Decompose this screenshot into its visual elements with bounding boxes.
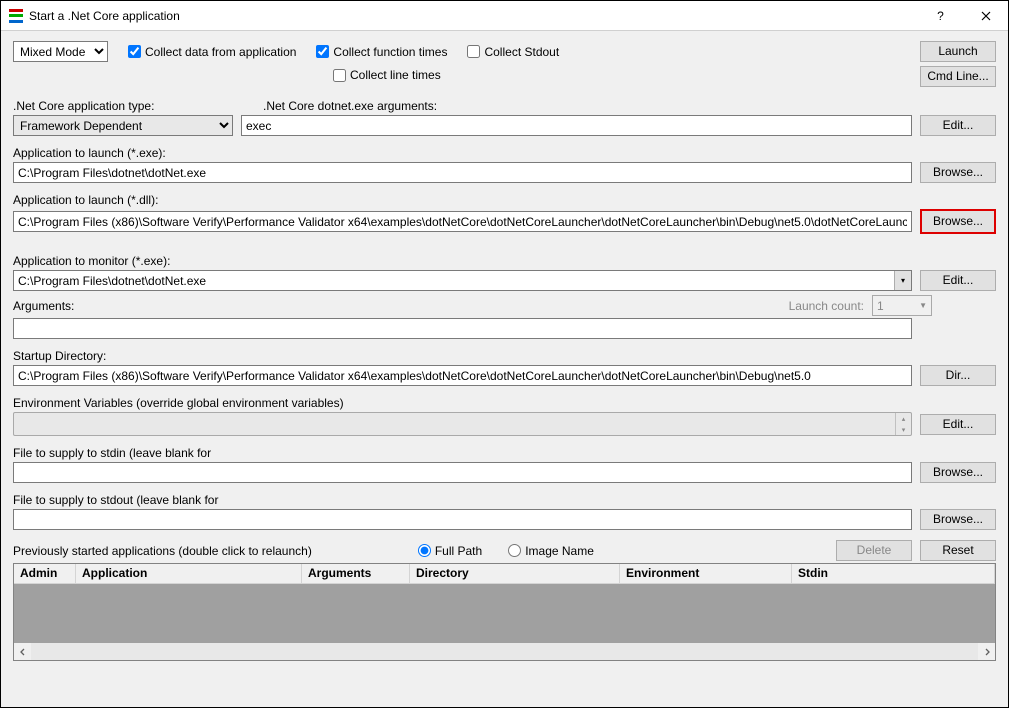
prev-started-table[interactable]: Admin Application Arguments Directory En… — [13, 563, 996, 661]
launch-count-label: Launch count: — [789, 299, 864, 313]
checkbox-collect-line[interactable]: Collect line times — [333, 68, 441, 82]
dir-button[interactable]: Dir... — [920, 365, 996, 386]
app-launch-dll-label: Application to launch (*.dll): — [13, 193, 996, 207]
checkbox-collect-line-input[interactable] — [333, 69, 346, 82]
col-directory[interactable]: Directory — [410, 564, 620, 583]
startup-dir-input[interactable] — [13, 365, 912, 386]
col-stdin[interactable]: Stdin — [792, 564, 995, 583]
window-title: Start a .Net Core application — [29, 9, 918, 23]
help-button[interactable]: ? — [918, 1, 963, 31]
arguments-input[interactable] — [13, 318, 912, 339]
dotnet-args-label: .Net Core dotnet.exe arguments: — [263, 99, 437, 113]
radio-full-path-input[interactable] — [418, 544, 431, 557]
radio-image-name[interactable]: Image Name — [508, 544, 594, 558]
stdin-label: File to supply to stdin (leave blank for — [13, 446, 996, 460]
edit-monitor-button[interactable]: Edit... — [920, 270, 996, 291]
scroll-right-icon[interactable] — [978, 643, 995, 660]
app-type-select[interactable]: Framework Dependent — [13, 115, 233, 136]
stdout-label: File to supply to stdout (leave blank fo… — [13, 493, 996, 507]
env-vars-label: Environment Variables (override global e… — [13, 396, 996, 410]
checkbox-collect-func[interactable]: Collect function times — [316, 45, 447, 59]
startup-dir-label: Startup Directory: — [13, 349, 996, 363]
close-button[interactable] — [963, 1, 1008, 31]
table-hscroll[interactable] — [14, 643, 995, 660]
checkbox-collect-stdout[interactable]: Collect Stdout — [467, 45, 559, 59]
dialog-content: Mixed Mode Collect data from application… — [1, 31, 1008, 707]
stdin-input[interactable] — [13, 462, 912, 483]
app-launch-dll-input[interactable] — [13, 211, 912, 232]
launch-count-select: 1 ▼ — [872, 295, 932, 316]
browse-dll-button[interactable]: Browse... — [920, 209, 996, 234]
table-body[interactable] — [14, 584, 995, 643]
app-launch-exe-label: Application to launch (*.exe): — [13, 146, 996, 160]
dialog-window: Start a .Net Core application ? Mixed Mo… — [0, 0, 1009, 708]
app-icon — [9, 9, 23, 23]
edit-env-button[interactable]: Edit... — [920, 414, 996, 435]
app-monitor-input[interactable] — [13, 270, 912, 291]
app-monitor-label: Application to monitor (*.exe): — [13, 254, 996, 268]
radio-image-name-input[interactable] — [508, 544, 521, 557]
mode-select[interactable]: Mixed Mode — [13, 41, 108, 62]
table-header: Admin Application Arguments Directory En… — [14, 564, 995, 584]
dotnet-args-input[interactable] — [241, 115, 912, 136]
browse-exe-button[interactable]: Browse... — [920, 162, 996, 183]
arguments-label: Arguments: — [13, 299, 74, 313]
checkbox-collect-data[interactable]: Collect data from application — [128, 45, 296, 59]
scroll-left-icon[interactable] — [14, 643, 31, 660]
reset-button[interactable]: Reset — [920, 540, 996, 561]
col-admin[interactable]: Admin — [14, 564, 76, 583]
scroll-track[interactable] — [31, 643, 978, 660]
stdout-input[interactable] — [13, 509, 912, 530]
browse-stdout-button[interactable]: Browse... — [920, 509, 996, 530]
checkbox-collect-stdout-input[interactable] — [467, 45, 480, 58]
col-environment[interactable]: Environment — [620, 564, 792, 583]
prev-started-label: Previously started applications (double … — [13, 544, 312, 558]
browse-stdin-button[interactable]: Browse... — [920, 462, 996, 483]
launch-button[interactable]: Launch — [920, 41, 996, 62]
env-vars-input[interactable]: ▴▾ — [13, 412, 912, 436]
col-arguments[interactable]: Arguments — [302, 564, 410, 583]
radio-full-path[interactable]: Full Path — [418, 544, 482, 558]
app-monitor-dropdown[interactable]: ▾ — [894, 271, 911, 290]
env-spinner[interactable]: ▴▾ — [895, 413, 911, 435]
app-launch-exe-input[interactable] — [13, 162, 912, 183]
titlebar: Start a .Net Core application ? — [1, 1, 1008, 31]
col-application[interactable]: Application — [76, 564, 302, 583]
checkbox-collect-func-input[interactable] — [316, 45, 329, 58]
checkbox-collect-data-input[interactable] — [128, 45, 141, 58]
chevron-down-icon: ▼ — [919, 301, 927, 310]
app-type-label: .Net Core application type: — [13, 99, 233, 113]
cmdline-button[interactable]: Cmd Line... — [920, 66, 996, 87]
delete-button: Delete — [836, 540, 912, 561]
edit-args-button[interactable]: Edit... — [920, 115, 996, 136]
